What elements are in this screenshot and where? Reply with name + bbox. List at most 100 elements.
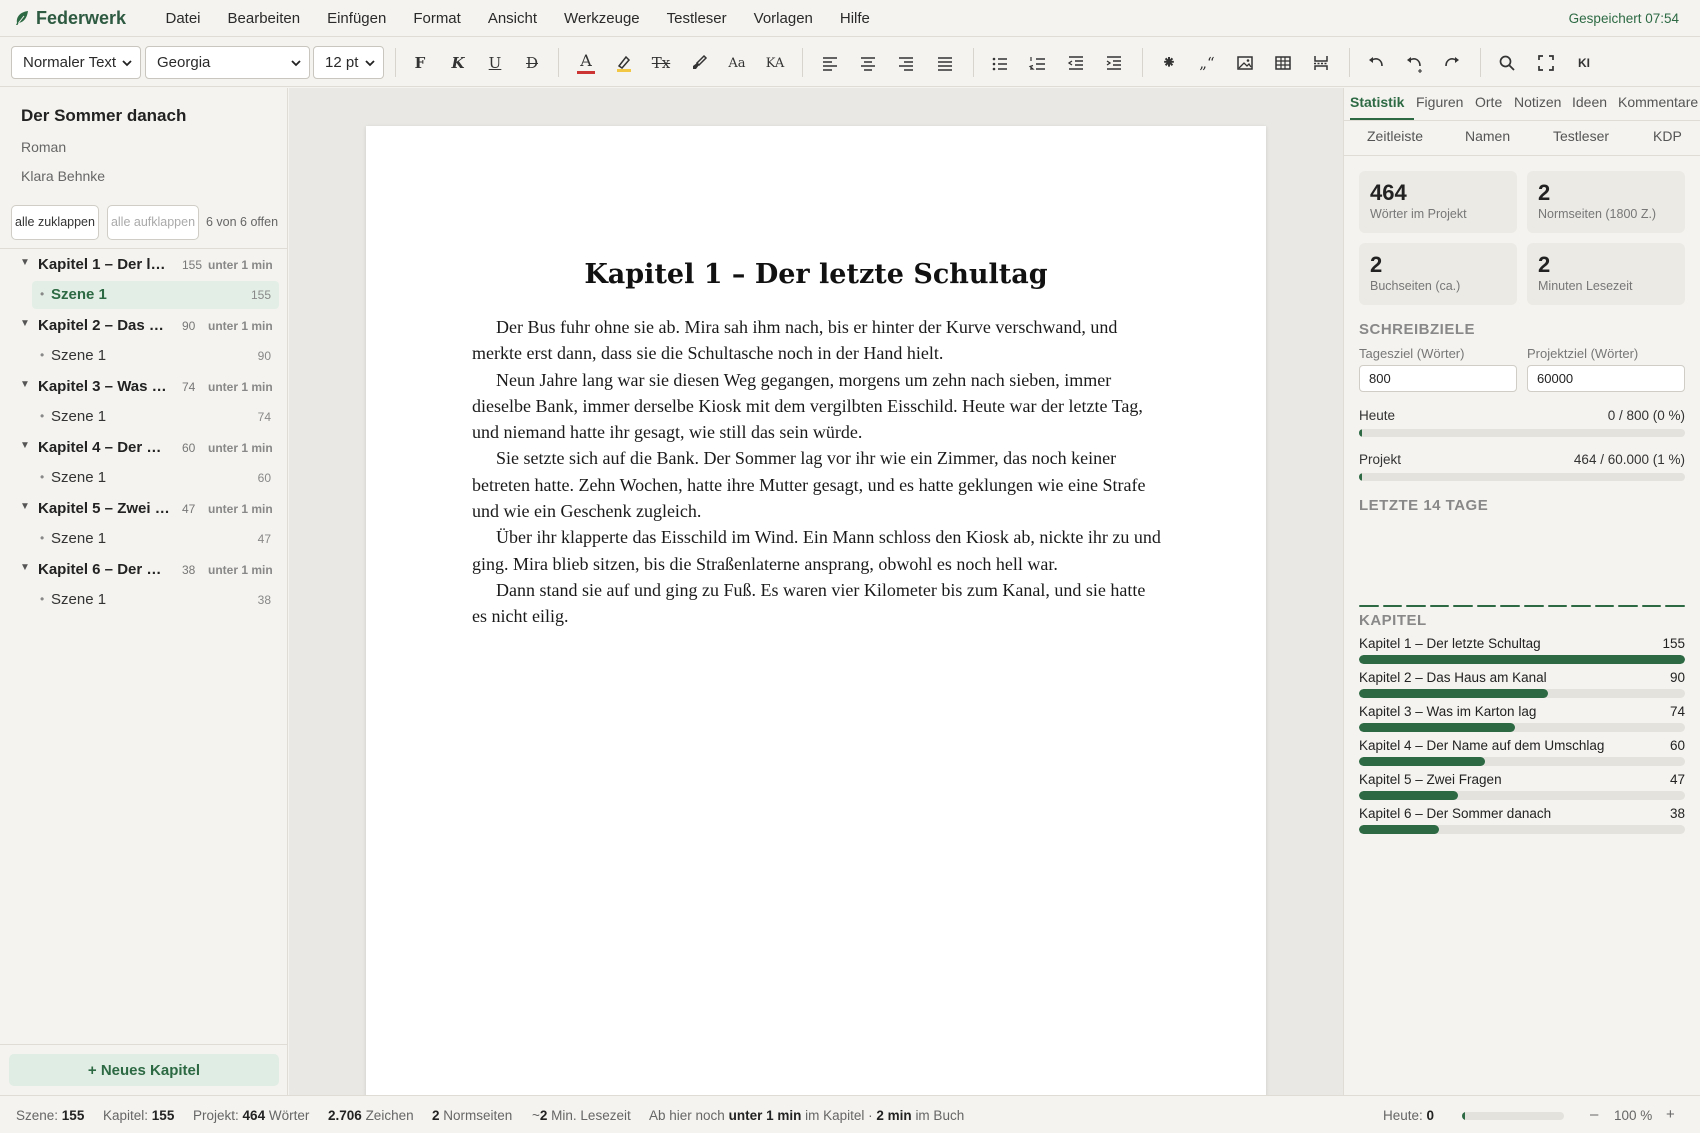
menu-einfuegen[interactable]: Einfügen bbox=[314, 10, 400, 27]
scene-item[interactable]: • Szene 1 60 bbox=[32, 464, 279, 492]
menu-bearbeiten[interactable]: Bearbeiten bbox=[214, 10, 314, 27]
menu-testleser[interactable]: Testleser bbox=[653, 10, 740, 27]
scene-item[interactable]: • Szene 1 74 bbox=[32, 403, 279, 431]
chapter-title: Kapitel 2 – Das Haus am Kanal bbox=[38, 317, 170, 334]
paragraph[interactable]: Der Bus fuhr ohne sie ab. Mira sah ihm n… bbox=[472, 314, 1162, 367]
scene-title: Szene 1 bbox=[51, 286, 107, 303]
align-left-button[interactable] bbox=[817, 50, 843, 76]
image-icon bbox=[1237, 56, 1253, 70]
italic-button[interactable]: K bbox=[445, 50, 471, 76]
bold-button[interactable]: F bbox=[407, 50, 433, 76]
tab-kdp[interactable]: KDP bbox=[1653, 128, 1682, 144]
indent-button[interactable] bbox=[1101, 50, 1127, 76]
tab-statistik[interactable]: Statistik bbox=[1350, 94, 1404, 110]
unit: Normseiten bbox=[443, 1108, 513, 1123]
tab-kommentare[interactable]: Kommentare bbox=[1618, 94, 1698, 110]
format-painter-button[interactable] bbox=[686, 50, 712, 76]
chapter-item[interactable]: ▼ Kapitel 4 – Der Name auf dem Umschlag … bbox=[0, 434, 287, 462]
paragraph[interactable]: Sie setzte sich auf die Bank. Der Sommer… bbox=[472, 445, 1162, 524]
chapter-heading[interactable]: Kapitel 1 – Der letzte Schultag bbox=[366, 259, 1266, 290]
bullet-list-button[interactable] bbox=[987, 50, 1013, 76]
redo-button[interactable] bbox=[1439, 50, 1465, 76]
insert-table-button[interactable] bbox=[1270, 50, 1296, 76]
collapse-all-button[interactable]: alle zuklappen bbox=[11, 205, 99, 240]
paragraph[interactable]: Neun Jahre lang war sie diesen Weg gegan… bbox=[472, 367, 1162, 446]
align-left-icon bbox=[823, 57, 837, 71]
document-page[interactable]: Kapitel 1 – Der letzte Schultag Der Bus … bbox=[366, 126, 1266, 1095]
scene-item[interactable]: • Szene 1 90 bbox=[32, 342, 279, 370]
project-title[interactable]: Der Sommer danach bbox=[21, 106, 186, 126]
new-chapter-button[interactable]: + Neues Kapitel bbox=[9, 1054, 279, 1086]
search-button[interactable] bbox=[1494, 50, 1520, 76]
change-case-button[interactable]: Aa bbox=[724, 50, 750, 76]
chapter-item[interactable]: ▼ Kapitel 1 – Der letzte Schultag 155 un… bbox=[0, 251, 287, 279]
project-goal-input[interactable]: 60000 bbox=[1527, 365, 1685, 392]
day-bar bbox=[1453, 605, 1473, 607]
daily-goal-input[interactable]: 800 bbox=[1359, 365, 1517, 392]
align-center-button[interactable] bbox=[855, 50, 881, 76]
zoom-out-button[interactable]: – bbox=[1590, 1106, 1598, 1123]
stat-card-words: 464 Wörter im Projekt bbox=[1359, 171, 1517, 233]
fullscreen-button[interactable] bbox=[1533, 50, 1559, 76]
text: im Kapitel · bbox=[805, 1108, 873, 1123]
outdent-button[interactable] bbox=[1063, 50, 1089, 76]
scene-title: Szene 1 bbox=[51, 469, 107, 486]
insert-image-button[interactable] bbox=[1232, 50, 1258, 76]
collapse-triangle-icon[interactable]: ▼ bbox=[20, 562, 30, 573]
align-right-button[interactable] bbox=[893, 50, 919, 76]
font-family-select[interactable]: Georgia bbox=[145, 46, 310, 79]
document-body[interactable]: Der Bus fuhr ohne sie ab. Mira sah ihm n… bbox=[472, 314, 1162, 630]
menu-ansicht[interactable]: Ansicht bbox=[474, 10, 550, 27]
expand-all-button[interactable]: alle aufklappen bbox=[107, 205, 199, 240]
collapse-triangle-icon[interactable]: ▼ bbox=[20, 501, 30, 512]
menu-datei[interactable]: Datei bbox=[152, 10, 214, 27]
chapter-bar-fill bbox=[1359, 791, 1458, 800]
menu-format[interactable]: Format bbox=[400, 10, 475, 27]
tab-zeitleiste[interactable]: Zeitleiste bbox=[1367, 128, 1423, 144]
tab-figuren[interactable]: Figuren bbox=[1416, 94, 1463, 110]
chapter-item[interactable]: ▼ Kapitel 5 – Zwei Fragen 47 unter 1 min bbox=[0, 495, 287, 523]
numbered-list-button[interactable] bbox=[1025, 50, 1051, 76]
scene-item[interactable]: • Szene 1 38 bbox=[32, 586, 279, 614]
small-caps-button[interactable]: KA bbox=[762, 50, 788, 76]
tab-namen[interactable]: Namen bbox=[1465, 128, 1510, 144]
tab-orte[interactable]: Orte bbox=[1475, 94, 1502, 110]
menu-hilfe[interactable]: Hilfe bbox=[826, 10, 883, 27]
chapter-item[interactable]: ▼ Kapitel 6 – Der Sommer danach 38 unter… bbox=[0, 556, 287, 584]
quotes-button[interactable]: „“ bbox=[1194, 50, 1220, 76]
paragraph[interactable]: Über ihr klapperte das Eisschild im Wind… bbox=[472, 524, 1162, 577]
scene-item[interactable]: • Szene 1 47 bbox=[32, 525, 279, 553]
undo-button[interactable] bbox=[1363, 50, 1389, 76]
scene-break-button[interactable]: ⁕ bbox=[1156, 50, 1182, 76]
scene-item[interactable]: • Szene 1 155 bbox=[32, 281, 279, 309]
font-size-select[interactable]: 12 pt bbox=[313, 46, 384, 79]
label: Heute: bbox=[1383, 1108, 1423, 1123]
tab-testleser[interactable]: Testleser bbox=[1553, 128, 1609, 144]
tab-notizen[interactable]: Notizen bbox=[1514, 94, 1561, 110]
chapter-item[interactable]: ▼ Kapitel 2 – Das Haus am Kanal 90 unter… bbox=[0, 312, 287, 340]
highlight-button[interactable] bbox=[611, 50, 637, 76]
chapter-word-count: 90 bbox=[182, 319, 196, 333]
justify-button[interactable] bbox=[932, 50, 958, 76]
undo-history-button[interactable] bbox=[1401, 50, 1427, 76]
paragraph-style-select[interactable]: Normaler Text bbox=[11, 46, 141, 79]
collapse-triangle-icon[interactable]: ▼ bbox=[20, 318, 30, 329]
menu-vorlagen[interactable]: Vorlagen bbox=[740, 10, 826, 27]
ai-assistant-button[interactable]: KI bbox=[1571, 50, 1597, 76]
underline-button[interactable]: U bbox=[482, 50, 508, 76]
text-color-button[interactable]: A bbox=[573, 50, 599, 76]
menu-werkzeuge[interactable]: Werkzeuge bbox=[551, 10, 654, 27]
clear-formatting-button[interactable]: Tx bbox=[648, 50, 674, 76]
label: Kapitel: bbox=[103, 1108, 149, 1123]
page-break-button[interactable] bbox=[1308, 50, 1334, 76]
chapter-bar-value: 74 bbox=[1669, 704, 1685, 719]
strikethrough-button[interactable]: D bbox=[519, 50, 545, 76]
zoom-in-button[interactable]: + bbox=[1666, 1106, 1675, 1123]
collapse-triangle-icon[interactable]: ▼ bbox=[20, 257, 30, 268]
align-center-icon bbox=[861, 57, 875, 71]
tab-ideen[interactable]: Ideen bbox=[1572, 94, 1607, 110]
paragraph[interactable]: Dann stand sie auf und ging zu Fuß. Es w… bbox=[472, 577, 1162, 630]
chapter-item[interactable]: ▼ Kapitel 3 – Was im Karton lag 74 unter… bbox=[0, 373, 287, 401]
collapse-triangle-icon[interactable]: ▼ bbox=[20, 440, 30, 451]
collapse-triangle-icon[interactable]: ▼ bbox=[20, 379, 30, 390]
